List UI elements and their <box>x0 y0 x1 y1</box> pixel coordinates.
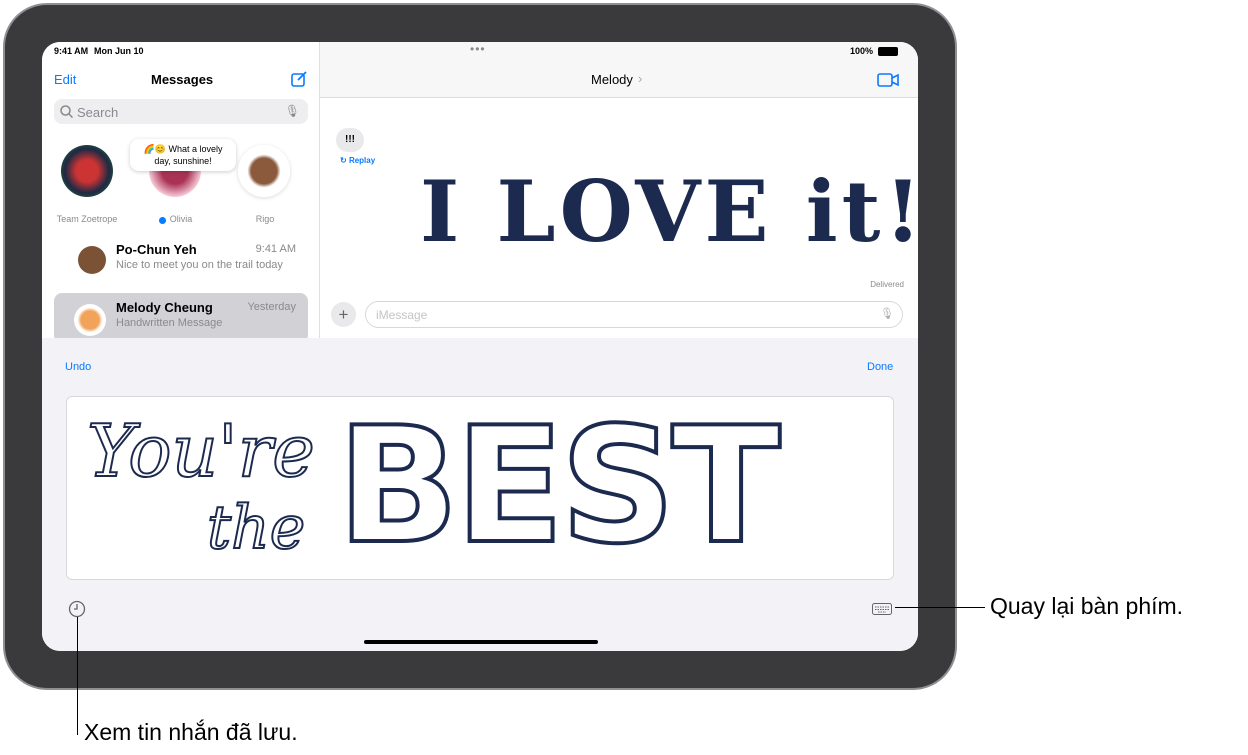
conversation-row[interactable]: Po-Chun Yeh 9:41 AM Nice to meet you on … <box>42 235 320 285</box>
avatar-rigo[interactable] <box>238 145 290 197</box>
ipad-frame: 9:41 AM Mon Jun 10 Edit Messages Search … <box>3 3 957 690</box>
handwritten-message[interactable]: I LOVE it! <box>420 162 918 272</box>
conversation-pane: ••• 100% Melody › !!! ↻ Replay I LOVE it… <box>320 42 918 338</box>
message-bubble[interactable]: !!! <box>336 128 364 152</box>
pinned-label: Team Zoetrope <box>56 214 118 224</box>
contact-name: Po-Chun Yeh <box>116 242 197 257</box>
contact-name: Melody Cheung <box>116 300 213 315</box>
message-preview: Handwritten Message <box>116 317 223 329</box>
callout-line <box>895 607 985 608</box>
conversation-header <box>320 42 918 98</box>
battery-icon <box>878 47 898 56</box>
compose-icon[interactable] <box>291 71 307 87</box>
message-placeholder: iMessage <box>376 308 428 322</box>
search-input[interactable]: Search 🎙 <box>54 99 308 124</box>
handwriting-text: You're <box>86 408 316 494</box>
replay-label: Replay <box>348 156 376 165</box>
message-preview: Nice to meet you on the trail today <box>116 259 283 271</box>
search-placeholder: Search <box>77 105 119 120</box>
callout-saved-messages: Xem tin nhắn đã lưu. <box>84 719 298 745</box>
message-time: 9:41 AM <box>255 243 296 255</box>
sidebar: 9:41 AM Mon Jun 10 Edit Messages Search … <box>42 42 320 343</box>
edit-button[interactable]: Edit <box>54 72 76 87</box>
ipad-screen: 9:41 AM Mon Jun 10 Edit Messages Search … <box>42 42 918 651</box>
status-date: Mon Jun 10 <box>94 46 144 56</box>
message-time: Yesterday <box>247 301 296 313</box>
callout-line <box>77 617 78 735</box>
keyboard-icon[interactable] <box>872 603 892 615</box>
replay-button[interactable]: ↻ Replay <box>340 156 375 165</box>
avatar-team-zoetrope[interactable] <box>61 145 113 197</box>
callout-keyboard: Quay lại bàn phím. <box>990 593 1184 619</box>
chevron-right-icon[interactable]: › <box>638 71 642 86</box>
handwriting-text: the <box>206 492 306 564</box>
message-input[interactable]: iMessage 🎙 <box>365 301 903 328</box>
status-time: 9:41 AM <box>54 46 89 56</box>
wifi-battery: 100% <box>850 46 874 56</box>
undo-button[interactable]: Undo <box>65 361 91 373</box>
avatar <box>74 304 106 336</box>
video-call-icon[interactable] <box>877 73 899 87</box>
clock-icon[interactable] <box>68 600 86 618</box>
search-icon <box>60 105 73 118</box>
multitasking-dots[interactable]: ••• <box>470 42 486 56</box>
pinned-label: Olivia <box>169 214 193 224</box>
pinned-label: Rigo <box>255 214 275 224</box>
avatar <box>78 246 106 274</box>
contact-title[interactable]: Melody <box>591 72 633 87</box>
home-indicator <box>364 640 598 644</box>
microphone-icon[interactable]: 🎙 <box>285 104 300 118</box>
conversation-row-selected[interactable]: Melody Cheung Yesterday Handwritten Mess… <box>54 293 308 343</box>
handwriting-panel: Undo Done You're the BEST <box>42 338 918 651</box>
microphone-icon[interactable]: 🎙 <box>880 307 894 320</box>
page-title: Messages <box>151 72 214 87</box>
pinned-message-bubble: 🌈😊 What a lovely day, sunshine! <box>130 139 236 171</box>
handwriting-canvas[interactable]: You're the BEST <box>66 390 894 581</box>
handwriting-text: BEST <box>335 390 783 581</box>
delivered-status: Delivered <box>870 280 904 289</box>
plus-button[interactable]: + <box>331 302 356 327</box>
done-button[interactable]: Done <box>867 361 893 373</box>
